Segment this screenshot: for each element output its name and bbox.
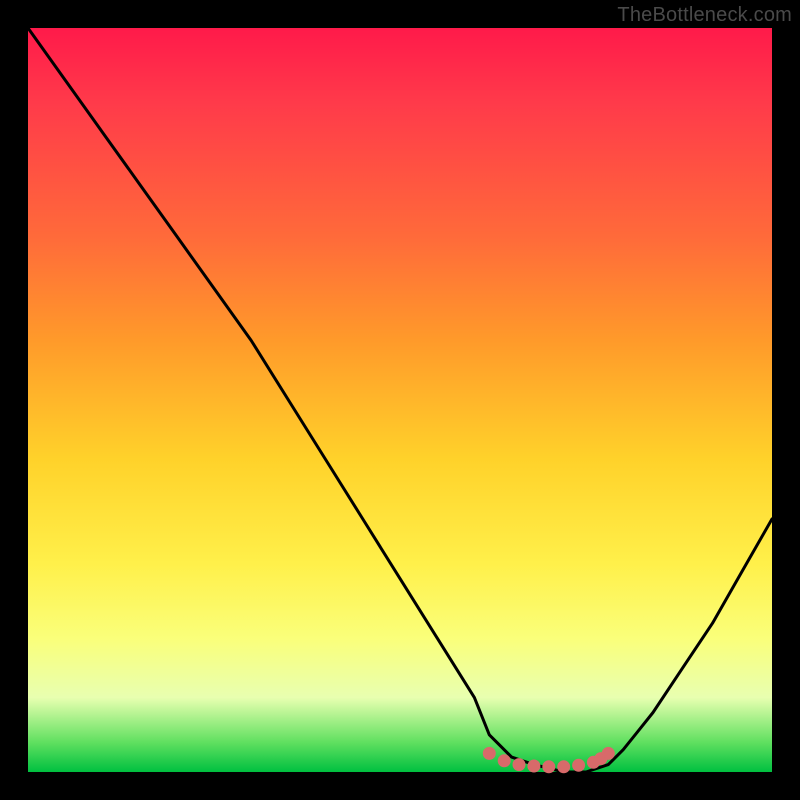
- watermark-text: TheBottleneck.com: [617, 4, 792, 27]
- chart-frame: TheBottleneck.com: [0, 0, 800, 800]
- gradient-background: [28, 28, 772, 772]
